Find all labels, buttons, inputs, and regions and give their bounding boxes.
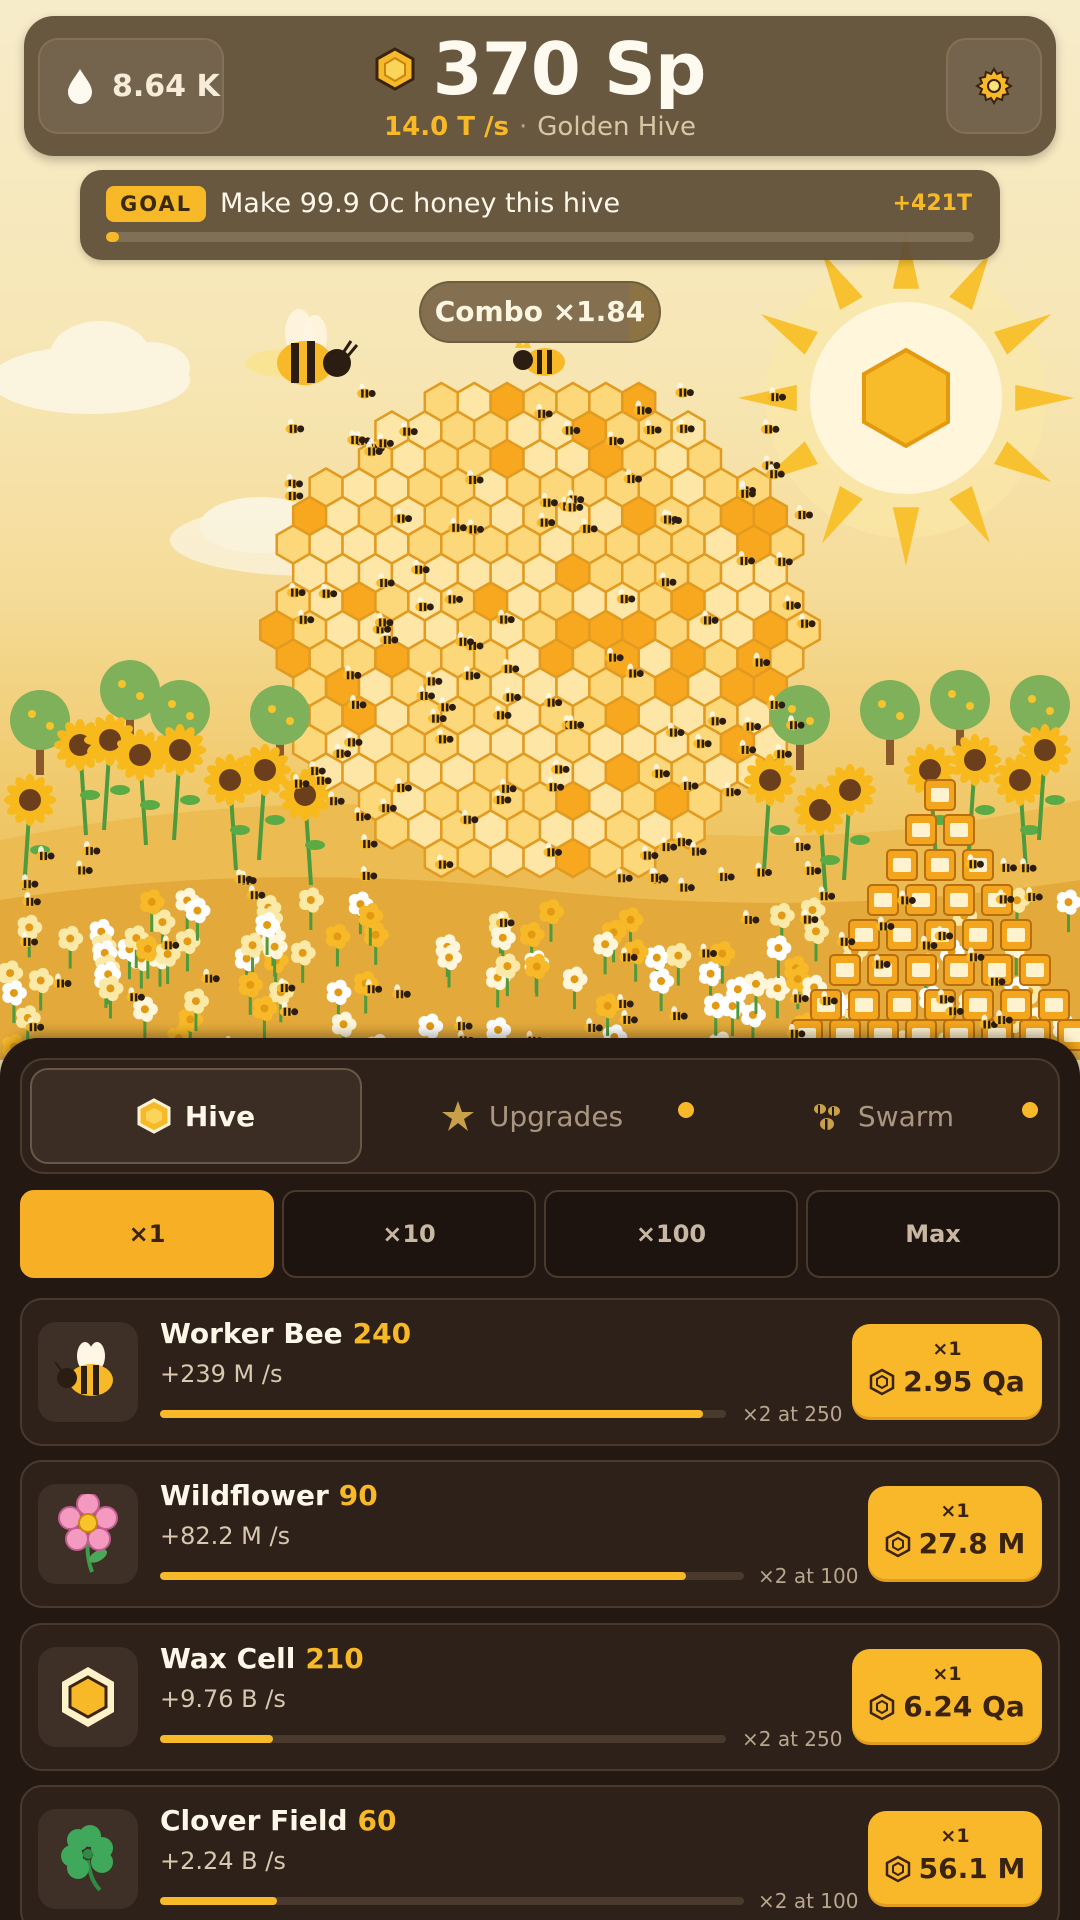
- honey-coin-icon: [869, 1693, 895, 1721]
- flower-icon: [38, 1484, 138, 1584]
- upgrades-notification-dot: [678, 1102, 694, 1118]
- tab-hive-label: Hive: [184, 1099, 256, 1133]
- top-bar: 8.64 K 370 Sp 14.0 T /s · Golden Hive: [24, 16, 1056, 156]
- tab-upgrades-label: Upgrades: [488, 1099, 624, 1133]
- buy-price: 2.95 Qa: [903, 1365, 1025, 1398]
- shop-panel: Hive Upgrades Swarm ×1 ×10 ×100 Max Work…: [0, 1038, 1080, 1920]
- producer-next-bonus: ×2 at 250: [742, 1402, 843, 1426]
- honey-coin-icon: [885, 1855, 910, 1883]
- goal-reward: +421T: [892, 191, 972, 216]
- star-icon: [441, 1101, 474, 1131]
- buy-clover-field-button[interactable]: ×1 56.1 M: [868, 1811, 1042, 1907]
- multiplier-x1-button[interactable]: ×1: [20, 1190, 274, 1278]
- tab-swarm[interactable]: Swarm: [712, 1068, 1052, 1164]
- producer-rate: +239 M /s: [160, 1360, 283, 1388]
- buy-quantity: ×1: [940, 1825, 970, 1847]
- clover-icon: [38, 1809, 138, 1909]
- sun-icon: [738, 230, 1074, 566]
- producer-row-wax-cell: Wax Cell 210 +9.76 B /s ×2 at 250 ×1 6.24…: [20, 1623, 1060, 1771]
- producer-progress-bar: [160, 1410, 726, 1418]
- producer-rate: +9.76 B /s: [160, 1685, 286, 1713]
- producer-count: 90: [338, 1479, 378, 1512]
- gear-icon: [975, 67, 1013, 105]
- producer-name: Clover Field 60: [160, 1804, 397, 1837]
- honey-counter: 370 Sp 14.0 T /s · Golden Hive: [24, 28, 1056, 142]
- buy-quantity: ×1: [932, 1663, 962, 1685]
- multiplier-max-button[interactable]: Max: [806, 1190, 1060, 1278]
- honey-amount: 370 Sp: [432, 27, 707, 111]
- producer-progress-fill: [160, 1735, 274, 1743]
- tab-swarm-label: Swarm: [857, 1099, 955, 1133]
- buy-wax-cell-button[interactable]: ×1 6.24 Qa: [852, 1649, 1042, 1745]
- goal-progress-bar: [106, 232, 974, 242]
- producer-count: 210: [305, 1642, 364, 1675]
- producer-name: Worker Bee 240: [160, 1317, 412, 1350]
- tab-hive[interactable]: Hive: [30, 1068, 362, 1164]
- tab-bar: Hive Upgrades Swarm: [20, 1058, 1060, 1174]
- producer-count: 60: [357, 1804, 397, 1837]
- multiplier-x10-button[interactable]: ×10: [282, 1190, 536, 1278]
- buy-price: 56.1 M: [918, 1852, 1026, 1885]
- producer-progress-bar: [160, 1572, 744, 1580]
- buy-price: 6.24 Qa: [903, 1690, 1025, 1723]
- producer-rate: +2.24 B /s: [160, 1847, 286, 1875]
- producer-name: Wildflower 90: [160, 1479, 378, 1512]
- honey-coin-icon: [375, 47, 415, 91]
- buy-quantity: ×1: [932, 1338, 962, 1360]
- buy-wildflower-button[interactable]: ×1 27.8 M: [868, 1486, 1042, 1582]
- queen-bee-icon: [245, 309, 359, 385]
- multiplier-x100-button[interactable]: ×100: [544, 1190, 798, 1278]
- producer-next-bonus: ×2 at 250: [742, 1727, 843, 1751]
- hive-scene: [0, 0, 1080, 1060]
- producer-progress-fill: [160, 1410, 704, 1418]
- combo-label: Combo ×1.84: [434, 295, 646, 328]
- buy-quantity: ×1: [940, 1500, 970, 1522]
- producer-next-bonus: ×2 at 100: [758, 1889, 859, 1913]
- producer-progress-fill: [160, 1897, 277, 1905]
- buy-worker-bee-button[interactable]: ×1 2.95 Qa: [852, 1324, 1042, 1420]
- combo-meter: Combo ×1.84: [419, 281, 661, 343]
- goal-text: Make 99.9 Oc honey this hive: [220, 188, 621, 219]
- producer-progress-bar: [160, 1735, 726, 1743]
- honey-coin-icon: [869, 1368, 895, 1396]
- producer-progress-bar: [160, 1897, 744, 1905]
- hive-name: Golden Hive: [537, 112, 696, 142]
- settings-button[interactable]: [946, 38, 1042, 134]
- producer-next-bonus: ×2 at 100: [758, 1564, 859, 1588]
- honey-coin-icon: [885, 1530, 910, 1558]
- honey-rate: 14.0 T /s: [384, 112, 509, 142]
- scene-art: [0, 230, 1080, 1060]
- goal-progress-fill: [106, 232, 120, 242]
- producer-rate: +82.2 M /s: [160, 1522, 291, 1550]
- bees-icon: [813, 1104, 840, 1130]
- hex-coin-icon: [137, 1098, 171, 1134]
- producer-count: 240: [352, 1317, 412, 1350]
- tab-upgrades[interactable]: Upgrades: [362, 1068, 702, 1164]
- goal-banner[interactable]: GOAL Make 99.9 Oc honey this hive +421T: [80, 170, 1000, 260]
- goal-badge: GOAL: [106, 186, 207, 222]
- swarm-notification-dot: [1022, 1102, 1038, 1118]
- buy-price: 27.8 M: [918, 1527, 1026, 1560]
- producer-row-clover-field: Clover Field 60 +2.24 B /s ×2 at 100 ×1 5…: [20, 1785, 1060, 1920]
- producer-name: Wax Cell 210: [160, 1642, 364, 1675]
- worker-bee-icon: [38, 1322, 138, 1422]
- separator: ·: [519, 112, 528, 142]
- wax-cell-icon: [38, 1647, 138, 1747]
- producer-row-worker-bee: Worker Bee 240 +239 M /s ×2 at 250 ×1 2.9…: [20, 1298, 1060, 1446]
- producer-progress-fill: [160, 1572, 686, 1580]
- buy-multiplier-row: ×1 ×10 ×100 Max: [20, 1190, 1060, 1278]
- producer-row-wildflower: Wildflower 90 +82.2 M /s ×2 at 100 ×1 27.…: [20, 1460, 1060, 1608]
